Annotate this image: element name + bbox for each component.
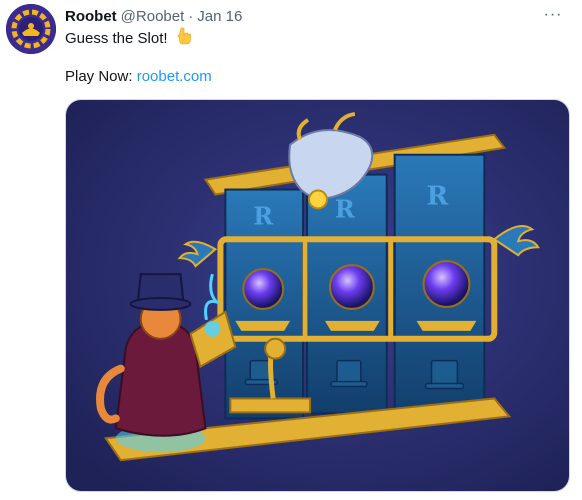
pointing-down-hand-emoji-icon xyxy=(176,27,192,51)
svg-text:R: R xyxy=(335,195,355,223)
svg-text:R: R xyxy=(427,181,449,211)
roobet-logo-icon xyxy=(6,4,56,54)
avatar[interactable] xyxy=(6,4,56,54)
author-handle[interactable]: @Roobet xyxy=(121,8,185,25)
play-now-label: Play Now: xyxy=(65,68,137,85)
slot-game-art-image[interactable]: R R R xyxy=(65,99,570,492)
tweet-text: Guess the Slot! xyxy=(65,30,168,47)
more-options-icon[interactable]: ··· xyxy=(540,4,566,26)
tweet-text-line2: Play Now: roobet.com xyxy=(65,67,212,87)
roobet-link[interactable]: roobet.com xyxy=(137,68,212,85)
svg-text:R: R xyxy=(253,202,273,230)
author-name[interactable]: Roobet xyxy=(65,8,117,25)
slot-art-svg: R R R xyxy=(66,100,569,491)
separator-dot: · xyxy=(188,7,194,25)
tweet-header: Roobet @Roobet · Jan 16 ··· xyxy=(65,6,572,26)
tweet-text-line1: Guess the Slot! xyxy=(65,27,192,51)
tweet-date[interactable]: Jan 16 xyxy=(197,8,242,25)
